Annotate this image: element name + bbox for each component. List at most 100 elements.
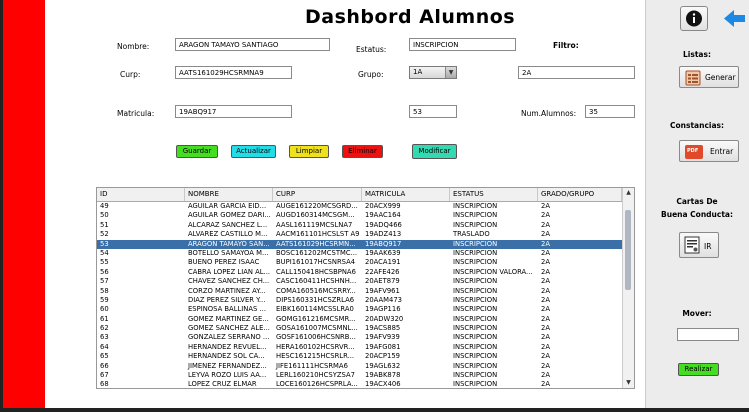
entrar-button[interactable]: PDF Entrar [679, 140, 739, 162]
back-button[interactable] [720, 6, 748, 31]
column-header-grado-grupo[interactable]: GRADO/GRUPO [538, 188, 622, 201]
curp-label: Curp: [120, 70, 141, 79]
table-row[interactable]: 62 GOMEZ SANCHEZ ALE... GOSA161007MCSMNL..… [97, 324, 622, 333]
column-header-nombre[interactable]: NOMBRE [185, 188, 273, 201]
generar-button[interactable]: Generar [679, 66, 739, 88]
page-title: Dashbord Alumnos [305, 6, 516, 28]
info-button[interactable] [680, 6, 708, 31]
curp-input[interactable]: AATS161029HCSRMNA9 [175, 66, 292, 79]
cell-estatus: INSCRIPCION [453, 342, 498, 351]
table-row[interactable]: 51 ALCARAZ SANCHEZ L... AASL161119MCSLNA7 1… [97, 221, 622, 230]
cell-curp: EIBK160114MCSSLRA0 [276, 305, 354, 314]
table-row[interactable]: 49 AGUILAR GARCIA EID... AUGE161220MCSGRD.… [97, 202, 622, 211]
cell-curp: BUPI161017HCSNRSA4 [276, 258, 356, 267]
cell-id: 59 [100, 295, 109, 304]
cell-estatus: INSCRIPCION [453, 361, 498, 370]
grupo-select[interactable]: 1A ▼ [409, 66, 457, 79]
cell-nombre: BUENO PEREZ ISAAC [188, 258, 260, 267]
table-row[interactable]: 65 HERNANDEZ SOL CA... HESC161215HCSRLR...… [97, 352, 622, 361]
scrollbar-thumb[interactable] [625, 210, 631, 290]
table-row[interactable]: 52 ALVAREZ CASTILLO M... AACM161101HCSLST … [97, 230, 622, 239]
table-row[interactable]: 58 CORZO MARTINEZ AY... COMA160516MCSRRY..… [97, 287, 622, 296]
cell-id: 56 [100, 267, 109, 276]
cell-curp: AUGD160314MCSGM... [276, 211, 355, 220]
pdf-badge-label: PDF [687, 148, 699, 154]
cell-curp: HERA160102HCSRVR... [276, 342, 355, 351]
modificar-button[interactable]: Modificar [412, 144, 457, 159]
guardar-button[interactable]: Guardar [176, 145, 218, 158]
column-header-id[interactable]: ID [97, 188, 185, 201]
table-row[interactable]: 66 JIMENEZ FERNANDEZ... JIFE161111HCSRMA6 1… [97, 362, 622, 371]
table-row[interactable]: 56 CABRA LOPEZ LIAN AL... CALL150418HCSBPN… [97, 268, 622, 277]
entrar-label: Entrar [710, 147, 734, 156]
limpiar-button[interactable]: Limpiar [289, 145, 329, 158]
table-row[interactable]: 53 ARAGON TAMAYO SAN... AATS161029HCSRMN..… [97, 239, 622, 249]
nombre-input[interactable]: ARAGON TAMAYO SANTIAGO [175, 38, 330, 51]
matricula-input[interactable]: 19ABQ917 [175, 105, 292, 118]
cell-id: 60 [100, 305, 109, 314]
cell-nombre: JIMENEZ FERNANDEZ... [188, 361, 267, 370]
cell-grado-grupo: 2A [541, 202, 550, 210]
estatus-label: Estatus: [356, 45, 387, 54]
table-row[interactable]: 50 AGUILAR GOMEZ DARI... AUGD160314MCSGM..… [97, 211, 622, 220]
cell-estatus: INSCRIPCION [453, 258, 498, 267]
column-header-matricula[interactable]: MATRICULA [362, 188, 450, 201]
table-scrollbar[interactable]: ▲ ▼ [622, 188, 634, 388]
constancias-label: Constancias: [670, 121, 724, 130]
scroll-up-icon[interactable]: ▲ [623, 188, 634, 198]
cell-estatus: INSCRIPCION [453, 286, 498, 295]
cell-estatus: INSCRIPCION [453, 211, 498, 220]
actualizar-button[interactable]: Actualizar [231, 145, 276, 158]
cell-estatus: INSCRIPCION [453, 202, 498, 210]
cell-id: 64 [100, 342, 109, 351]
cell-matricula: 19ADZ413 [365, 230, 402, 239]
table-row[interactable]: 64 HERNANDEZ REVUEL... HERA160102HCSRVR...… [97, 343, 622, 352]
list-document-icon [685, 70, 701, 86]
cell-grado-grupo: 2A [541, 258, 550, 267]
cell-estatus: INSCRIPCION [453, 324, 498, 333]
table-row[interactable]: 57 CHAVEZ SANCHEZ CH... CASC160411HCSHNH..… [97, 277, 622, 286]
grupo-label: Grupo: [358, 70, 384, 79]
alumnos-table[interactable]: ID NOMBRE CURP MATRICULA ESTATUS GRADO/G… [96, 187, 635, 389]
table-row[interactable]: 54 BOTELLO SAMAYOA M... BOSC161202MCSTMC..… [97, 249, 622, 258]
table-row[interactable]: 67 LEYVA ROZO LUIS AA... LERL160210HCSYZSA… [97, 371, 622, 380]
filtro-input[interactable]: 2A [518, 66, 635, 79]
table-row[interactable]: 60 ESPINOSA BALLINAS ... EIBK160114MCSSLRA… [97, 305, 622, 314]
cell-id: 66 [100, 361, 109, 370]
cell-id: 50 [100, 211, 109, 220]
cell-id: 57 [100, 277, 109, 286]
cell-curp: AACM161101HCSLST A9 [276, 230, 360, 239]
cell-grado-grupo: 2A [541, 371, 550, 380]
column-header-estatus[interactable]: ESTATUS [450, 188, 538, 201]
cell-matricula: 19ACS885 [365, 324, 401, 333]
eliminar-button[interactable]: Eliminar [342, 145, 383, 158]
cell-grado-grupo: 2A [541, 220, 550, 229]
cell-id: 54 [100, 248, 109, 257]
cartas-label-line2: Buena Conducta: [661, 210, 733, 219]
table-row[interactable]: 61 GOMEZ MARTINEZ GE... GOMG161216MCSMR...… [97, 315, 622, 324]
sidebar-red-bar [3, 0, 45, 412]
generar-label: Generar [705, 73, 736, 82]
num-input[interactable]: 53 [409, 105, 457, 118]
ir-button[interactable]: IR [679, 232, 719, 258]
cell-matricula: 19AFV961 [365, 286, 400, 295]
cell-nombre: LOPEZ CRUZ ELMAR [188, 380, 257, 389]
cell-estatus: INSCRIPCION [453, 380, 498, 389]
num-alumnos-input[interactable]: 35 [585, 105, 635, 118]
table-row[interactable]: 59 DIAZ PEREZ SILVER Y... DIPS160331HCSZRL… [97, 296, 622, 305]
table-row[interactable]: 63 GONZALEZ SERRANO ... GOSF161006HCSNRB..… [97, 333, 622, 342]
cell-curp: CALL150418HCSBPNA6 [276, 267, 356, 276]
mover-input[interactable] [677, 328, 739, 341]
cell-nombre: ALCARAZ SANCHEZ L... [188, 220, 268, 229]
cell-matricula: 19AAK639 [365, 248, 401, 257]
estatus-input[interactable]: INSCRIPCION [409, 38, 516, 51]
table-row[interactable]: 55 BUENO PEREZ ISAAC BUPI161017HCSNRSA4 20A… [97, 258, 622, 267]
realizar-button[interactable]: Realizar [678, 363, 719, 376]
cell-grado-grupo: 2A [541, 286, 550, 295]
cell-curp: LOCE160126HCSPRLA... [276, 380, 358, 389]
cell-grado-grupo: 2A [541, 305, 550, 314]
scroll-down-icon[interactable]: ▼ [623, 378, 634, 388]
table-row[interactable]: 68 LOPEZ CRUZ ELMAR LOCE160126HCSPRLA... 19… [97, 380, 622, 389]
column-header-curp[interactable]: CURP [273, 188, 362, 201]
cell-id: 53 [100, 239, 109, 248]
